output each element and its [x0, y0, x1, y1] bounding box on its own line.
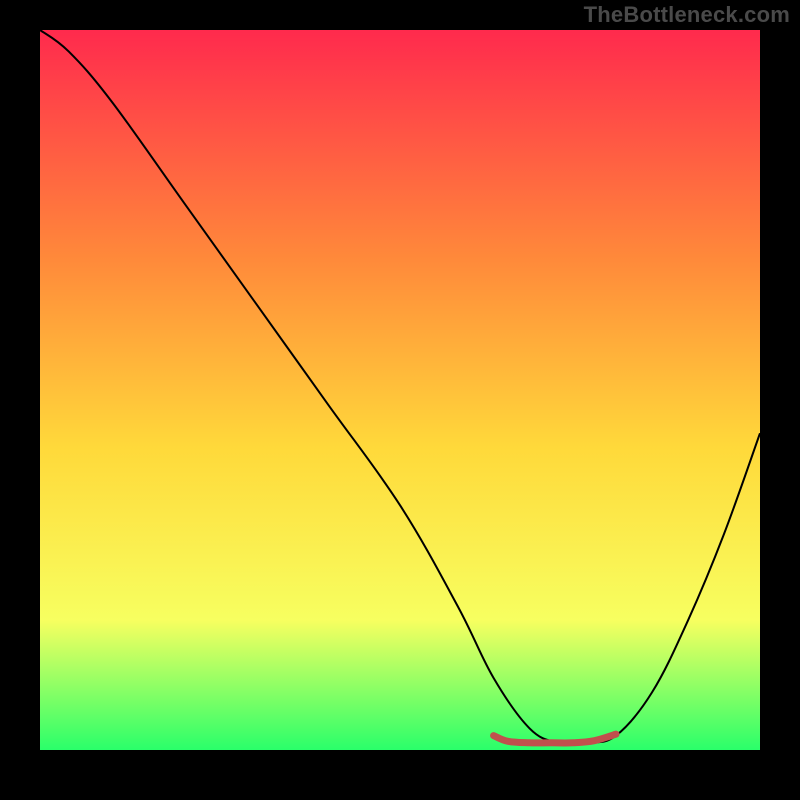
gradient-background [40, 30, 760, 750]
chart-frame: TheBottleneck.com [0, 0, 800, 800]
plot-area [40, 30, 760, 750]
bottleneck-chart [40, 30, 760, 750]
watermark-text: TheBottleneck.com [584, 2, 790, 28]
